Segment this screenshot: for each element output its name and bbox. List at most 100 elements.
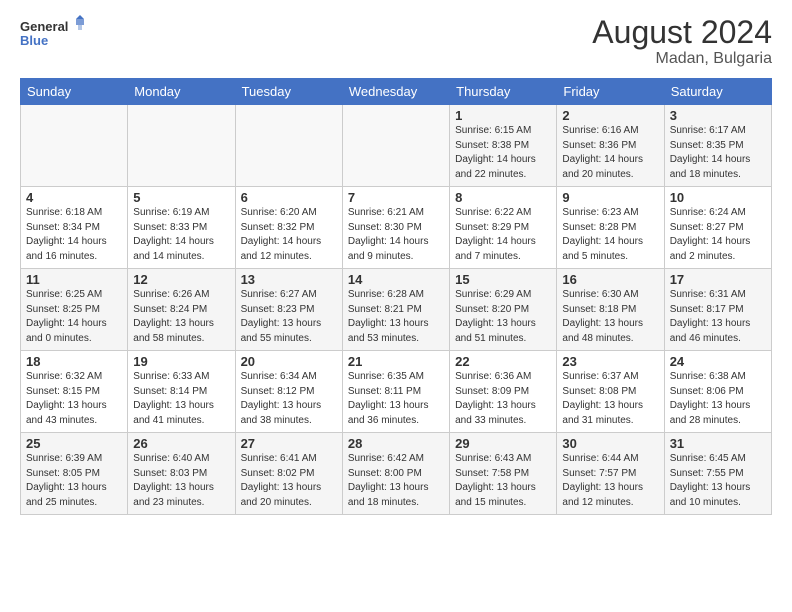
table-row: 18Sunrise: 6:32 AMSunset: 8:15 PMDayligh… (21, 351, 128, 433)
col-thursday: Thursday (450, 79, 557, 105)
day-info: Sunrise: 6:20 AMSunset: 8:32 PMDaylight:… (241, 206, 337, 264)
day-number: 1 (455, 108, 551, 123)
table-row: 5Sunrise: 6:19 AMSunset: 8:33 PMDaylight… (128, 187, 235, 269)
day-number: 10 (670, 190, 766, 205)
day-info: Sunrise: 6:26 AMSunset: 8:24 PMDaylight:… (133, 288, 229, 346)
title-area: August 2024 Madan, Bulgaria (592, 15, 772, 68)
col-saturday: Saturday (664, 79, 771, 105)
day-info: Sunrise: 6:16 AMSunset: 8:36 PMDaylight:… (562, 124, 658, 182)
day-info: Sunrise: 6:28 AMSunset: 8:21 PMDaylight:… (348, 288, 444, 346)
table-row: 26Sunrise: 6:40 AMSunset: 8:03 PMDayligh… (128, 433, 235, 515)
day-number: 21 (348, 354, 444, 369)
day-info: Sunrise: 6:27 AMSunset: 8:23 PMDaylight:… (241, 288, 337, 346)
calendar-week-row: 1Sunrise: 6:15 AMSunset: 8:38 PMDaylight… (21, 105, 772, 187)
table-row: 6Sunrise: 6:20 AMSunset: 8:32 PMDaylight… (235, 187, 342, 269)
table-row: 21Sunrise: 6:35 AMSunset: 8:11 PMDayligh… (342, 351, 449, 433)
day-info: Sunrise: 6:35 AMSunset: 8:11 PMDaylight:… (348, 370, 444, 428)
day-number: 13 (241, 272, 337, 287)
day-number: 4 (26, 190, 122, 205)
table-row: 19Sunrise: 6:33 AMSunset: 8:14 PMDayligh… (128, 351, 235, 433)
day-info: Sunrise: 6:41 AMSunset: 8:02 PMDaylight:… (241, 452, 337, 510)
day-info: Sunrise: 6:39 AMSunset: 8:05 PMDaylight:… (26, 452, 122, 510)
day-number: 25 (26, 436, 122, 451)
svg-text:General: General (20, 19, 68, 34)
day-number: 17 (670, 272, 766, 287)
col-monday: Monday (128, 79, 235, 105)
table-row (21, 105, 128, 187)
month-year-title: August 2024 (592, 15, 772, 50)
table-row: 10Sunrise: 6:24 AMSunset: 8:27 PMDayligh… (664, 187, 771, 269)
table-row: 15Sunrise: 6:29 AMSunset: 8:20 PMDayligh… (450, 269, 557, 351)
table-row: 4Sunrise: 6:18 AMSunset: 8:34 PMDaylight… (21, 187, 128, 269)
day-info: Sunrise: 6:22 AMSunset: 8:29 PMDaylight:… (455, 206, 551, 264)
day-info: Sunrise: 6:38 AMSunset: 8:06 PMDaylight:… (670, 370, 766, 428)
location-subtitle: Madan, Bulgaria (592, 50, 772, 68)
table-row: 22Sunrise: 6:36 AMSunset: 8:09 PMDayligh… (450, 351, 557, 433)
calendar-week-row: 4Sunrise: 6:18 AMSunset: 8:34 PMDaylight… (21, 187, 772, 269)
day-info: Sunrise: 6:30 AMSunset: 8:18 PMDaylight:… (562, 288, 658, 346)
day-info: Sunrise: 6:15 AMSunset: 8:38 PMDaylight:… (455, 124, 551, 182)
day-number: 14 (348, 272, 444, 287)
day-info: Sunrise: 6:23 AMSunset: 8:28 PMDaylight:… (562, 206, 658, 264)
col-tuesday: Tuesday (235, 79, 342, 105)
day-number: 23 (562, 354, 658, 369)
day-number: 19 (133, 354, 229, 369)
day-number: 27 (241, 436, 337, 451)
day-info: Sunrise: 6:40 AMSunset: 8:03 PMDaylight:… (133, 452, 229, 510)
table-row: 9Sunrise: 6:23 AMSunset: 8:28 PMDaylight… (557, 187, 664, 269)
logo: General Blue (20, 15, 90, 55)
table-row: 8Sunrise: 6:22 AMSunset: 8:29 PMDaylight… (450, 187, 557, 269)
day-info: Sunrise: 6:29 AMSunset: 8:20 PMDaylight:… (455, 288, 551, 346)
table-row: 14Sunrise: 6:28 AMSunset: 8:21 PMDayligh… (342, 269, 449, 351)
day-info: Sunrise: 6:25 AMSunset: 8:25 PMDaylight:… (26, 288, 122, 346)
table-row (342, 105, 449, 187)
calendar-week-row: 18Sunrise: 6:32 AMSunset: 8:15 PMDayligh… (21, 351, 772, 433)
day-info: Sunrise: 6:19 AMSunset: 8:33 PMDaylight:… (133, 206, 229, 264)
col-sunday: Sunday (21, 79, 128, 105)
day-number: 11 (26, 272, 122, 287)
day-info: Sunrise: 6:37 AMSunset: 8:08 PMDaylight:… (562, 370, 658, 428)
calendar-header-row: Sunday Monday Tuesday Wednesday Thursday… (21, 79, 772, 105)
svg-text:Blue: Blue (20, 33, 48, 48)
day-number: 8 (455, 190, 551, 205)
day-number: 7 (348, 190, 444, 205)
table-row: 31Sunrise: 6:45 AMSunset: 7:55 PMDayligh… (664, 433, 771, 515)
day-number: 31 (670, 436, 766, 451)
logo-icon: General Blue (20, 15, 90, 55)
table-row (128, 105, 235, 187)
day-info: Sunrise: 6:43 AMSunset: 7:58 PMDaylight:… (455, 452, 551, 510)
day-number: 5 (133, 190, 229, 205)
day-number: 29 (455, 436, 551, 451)
day-number: 6 (241, 190, 337, 205)
day-info: Sunrise: 6:42 AMSunset: 8:00 PMDaylight:… (348, 452, 444, 510)
calendar-table: Sunday Monday Tuesday Wednesday Thursday… (20, 78, 772, 515)
day-info: Sunrise: 6:21 AMSunset: 8:30 PMDaylight:… (348, 206, 444, 264)
table-row: 1Sunrise: 6:15 AMSunset: 8:38 PMDaylight… (450, 105, 557, 187)
table-row: 16Sunrise: 6:30 AMSunset: 8:18 PMDayligh… (557, 269, 664, 351)
day-number: 3 (670, 108, 766, 123)
day-info: Sunrise: 6:34 AMSunset: 8:12 PMDaylight:… (241, 370, 337, 428)
day-info: Sunrise: 6:32 AMSunset: 8:15 PMDaylight:… (26, 370, 122, 428)
day-info: Sunrise: 6:24 AMSunset: 8:27 PMDaylight:… (670, 206, 766, 264)
table-row: 7Sunrise: 6:21 AMSunset: 8:30 PMDaylight… (342, 187, 449, 269)
day-number: 20 (241, 354, 337, 369)
day-info: Sunrise: 6:45 AMSunset: 7:55 PMDaylight:… (670, 452, 766, 510)
day-number: 24 (670, 354, 766, 369)
day-info: Sunrise: 6:17 AMSunset: 8:35 PMDaylight:… (670, 124, 766, 182)
day-number: 16 (562, 272, 658, 287)
table-row: 17Sunrise: 6:31 AMSunset: 8:17 PMDayligh… (664, 269, 771, 351)
day-info: Sunrise: 6:44 AMSunset: 7:57 PMDaylight:… (562, 452, 658, 510)
col-wednesday: Wednesday (342, 79, 449, 105)
col-friday: Friday (557, 79, 664, 105)
table-row: 25Sunrise: 6:39 AMSunset: 8:05 PMDayligh… (21, 433, 128, 515)
table-row: 27Sunrise: 6:41 AMSunset: 8:02 PMDayligh… (235, 433, 342, 515)
page-header: General Blue August 2024 Madan, Bulgaria (20, 15, 772, 68)
day-number: 15 (455, 272, 551, 287)
day-info: Sunrise: 6:31 AMSunset: 8:17 PMDaylight:… (670, 288, 766, 346)
day-number: 28 (348, 436, 444, 451)
day-number: 12 (133, 272, 229, 287)
table-row: 30Sunrise: 6:44 AMSunset: 7:57 PMDayligh… (557, 433, 664, 515)
day-number: 26 (133, 436, 229, 451)
table-row: 13Sunrise: 6:27 AMSunset: 8:23 PMDayligh… (235, 269, 342, 351)
calendar-week-row: 25Sunrise: 6:39 AMSunset: 8:05 PMDayligh… (21, 433, 772, 515)
